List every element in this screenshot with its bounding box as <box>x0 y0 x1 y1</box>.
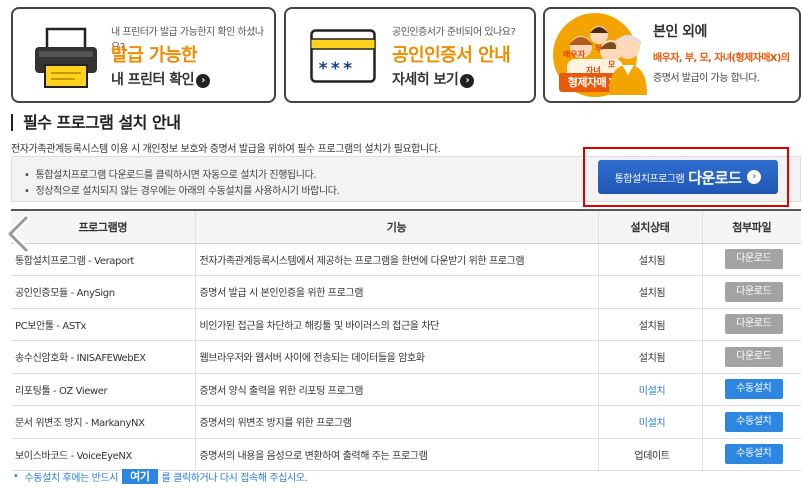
attachment-cell: 수동설치 <box>701 438 801 471</box>
install-status: 설치됨 <box>597 275 702 309</box>
program-function: 증명서의 내용을 음성으로 변환하여 출력해 주는 프로그램 <box>194 438 598 471</box>
certificate-question: 공인인증서가 준비되어 있나요? <box>392 27 516 38</box>
table-row: 리포팅툴 - OZ Viewer 증명서 양식 출력을 위한 리포팅 프로그램 … <box>11 373 801 406</box>
install-status: 업데이트 <box>597 438 702 471</box>
table-header-row: 프로그램명 기능 설치상태 첨부파일 <box>11 209 801 244</box>
notice-line-text: 통합설치프로그램 다운로드를 클릭하시면 자동으로 설치가 진행됩니다. <box>35 170 317 181</box>
printer-icon <box>35 27 97 88</box>
program-function: 증명서 양식 출력을 위한 리포팅 프로그램 <box>194 373 598 406</box>
bullet: • <box>13 471 19 482</box>
chevron-left-icon[interactable] <box>4 214 34 254</box>
column-header-function: 기능 <box>194 209 598 244</box>
table-row: 송수신암호화 - INISAFEWebEX 웹브라우저와 웹서버 사이에 전송되… <box>11 340 801 374</box>
family-note: 증명서 발급이 가능 합니다. <box>653 73 760 84</box>
footer-before-text: 수동설치 후에는 반드시 <box>24 473 119 484</box>
page-title: 필수 프로그램 설치 안내 <box>11 114 181 131</box>
table-row: 문서 위변조 방지 - MarkanyNX 증명서의 위변조 방지를 위한 프로… <box>11 405 801 439</box>
certificate-info-card[interactable]: *** 공인인증서가 준비되어 있나요? 공인인증서 안내 자세히 보기 › <box>284 7 536 103</box>
manual-install-button[interactable]: 수동설치 <box>724 411 783 432</box>
program-name: 리포팅툴 - OZ Viewer <box>11 373 195 406</box>
download-button[interactable]: 다운로드 <box>724 346 783 367</box>
install-status: 미설치 <box>597 373 702 406</box>
download-button[interactable]: 다운로드 <box>724 314 783 335</box>
attachment-cell: 다운로드 <box>701 340 801 374</box>
password-mask-text: *** <box>318 59 355 79</box>
install-status: 설치됨 <box>597 243 702 276</box>
section-description: 전자가족관계등록시스템 이용 시 개인정보 보호와 증명서 발급을 위하여 필수… <box>11 144 441 155</box>
table-row: 공인인증모듈 - AnySign 증명서 발급 시 본인인증을 위한 프로그램 … <box>11 275 801 309</box>
chevron-right-icon: › <box>460 74 475 88</box>
integrated-download-small-label: 통합설치프로그램 <box>614 173 685 185</box>
column-header-status: 설치상태 <box>597 209 702 244</box>
attachment-cell: 수동설치 <box>701 405 801 439</box>
family-relations: 배우자, 부, 모, 자녀(형제자매X)의 <box>653 53 790 64</box>
program-name: 송수신암호화 - INISAFEWebEX <box>11 340 195 374</box>
program-function: 비인가된 접근을 차단하고 해킹툴 및 바이러스의 접근을 차단 <box>194 308 598 341</box>
program-function: 웹브라우저와 웹서버 사이에 전송되는 데이터들을 암호화 <box>194 340 598 374</box>
install-status: 미설치 <box>597 405 702 439</box>
notice-line: • 정상적으로 설치되지 않는 경우에는 아래의 수동설치를 사용하시기 바랍니다… <box>24 186 340 197</box>
notice-line-text: 정상적으로 설치되지 않는 경우에는 아래의 수동설치를 사용하시기 바랍니다. <box>35 186 340 197</box>
attachment-cell: 다운로드 <box>701 275 801 309</box>
printer-check-card[interactable]: 내 프린터가 발급 가능한지 확인 하셨나요? 발급 가능한 내 프린터 확인 › <box>11 7 276 103</box>
certificate-detail-label: 자세히 보기 <box>392 72 459 88</box>
attachment-cell: 수동설치 <box>701 373 801 406</box>
printer-headline: 발급 가능한 <box>111 45 198 66</box>
column-header-attachment: 첨부파일 <box>701 209 801 244</box>
download-button[interactable]: 다운로드 <box>724 249 783 270</box>
table-row: PC보안툴 - ASTx 비인가된 접근을 차단하고 해킹툴 및 바이러스의 접… <box>11 308 801 341</box>
integrated-download-big-label: 다운로드 <box>688 168 742 187</box>
program-name: 보이스바코드 - VoiceEyeNX <box>11 438 195 471</box>
certificate-detail-link[interactable]: 자세히 보기 › <box>392 69 475 89</box>
family-headline: 본인 외에 <box>653 24 707 40</box>
chevron-right-icon: › <box>196 74 211 88</box>
column-header-program: 프로그램명 <box>11 209 195 244</box>
footer-note: • 수동설치 후에는 반드시 여기 를 클릭하거나 다시 접속해 주십시오. <box>13 469 308 484</box>
family-label-father: 부 <box>595 44 603 53</box>
download-button[interactable]: 다운로드 <box>724 281 783 302</box>
printer-check-link[interactable]: 내 프린터 확인 › <box>111 69 211 89</box>
chevron-right-icon: › <box>747 170 762 184</box>
table-row: 통합설치프로그램 - Veraport 전자가족관계등록시스템에서 제공하는 프… <box>11 243 801 276</box>
program-function: 증명서 발급 시 본인인증을 위한 프로그램 <box>194 275 598 309</box>
program-name: 문서 위변조 방지 - MarkanyNX <box>11 405 195 439</box>
integrated-download-button[interactable]: 통합설치프로그램 다운로드 › <box>598 160 778 194</box>
manual-install-button[interactable]: 수동설치 <box>724 444 783 465</box>
printer-check-label: 내 프린터 확인 <box>111 72 195 88</box>
attachment-cell: 다운로드 <box>701 243 801 276</box>
install-status: 설치됨 <box>597 340 702 374</box>
attachment-cell: 다운로드 <box>701 308 801 341</box>
family-label-spouse: 배우자 <box>563 50 586 59</box>
program-name: 공인인증모듈 - AnySign <box>11 275 195 309</box>
program-function: 증명서의 위변조 방지를 위한 프로그램 <box>194 405 598 439</box>
program-name: 통합설치프로그램 - Veraport <box>11 243 195 276</box>
footer-after-text: 를 클릭하거나 다시 접속해 주십시오. <box>161 473 308 484</box>
manual-install-button[interactable]: 수동설치 <box>724 379 783 400</box>
sibling-badge-label: 형제자매 <box>567 76 607 89</box>
grandparent-icon <box>609 35 647 95</box>
certificate-headline: 공인인증서 안내 <box>392 45 511 66</box>
program-function: 전자가족관계등록시스템에서 제공하는 프로그램을 한번에 다운받기 위한 프로그… <box>194 243 598 276</box>
program-table: 프로그램명 기능 설치상태 첨부파일 통합설치프로그램 - Veraport 전… <box>11 209 801 471</box>
table-row: 보이스바코드 - VoiceEyeNX 증명서의 내용을 음성으로 변환하여 출… <box>11 438 801 471</box>
notice-line: • 통합설치프로그램 다운로드를 클릭하시면 자동으로 설치가 진행됩니다. <box>24 170 317 181</box>
install-status: 설치됨 <box>597 308 702 341</box>
family-issue-card: 배우자 부 모 자녀 형제자매X 본인 외에 배우자, 부, 모, 자녀(형제자… <box>543 7 801 103</box>
here-button[interactable]: 여기 <box>122 469 158 484</box>
program-name: PC보안툴 - ASTx <box>11 308 195 341</box>
